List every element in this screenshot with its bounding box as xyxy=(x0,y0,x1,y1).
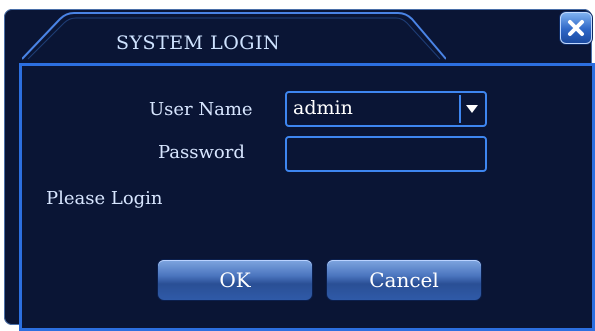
cancel-button[interactable]: Cancel xyxy=(327,260,481,300)
username-dropdown[interactable]: admin xyxy=(285,91,487,127)
chevron-down-icon xyxy=(466,105,478,113)
close-icon xyxy=(568,20,584,36)
dropdown-button[interactable] xyxy=(459,95,483,123)
username-value: admin xyxy=(293,97,353,119)
status-message: Please Login xyxy=(46,188,163,209)
password-field[interactable] xyxy=(285,136,487,172)
password-label: Password xyxy=(158,142,245,163)
dialog-title: SYSTEM LOGIN xyxy=(116,32,281,54)
close-button[interactable] xyxy=(560,12,592,44)
title-tab: SYSTEM LOGIN xyxy=(21,11,447,61)
username-label: User Name xyxy=(149,99,253,120)
ok-button[interactable]: OK xyxy=(158,260,312,300)
login-panel: User Name admin Password Please Login OK… xyxy=(19,63,595,331)
login-dialog: SYSTEM LOGIN User Name admin Password Pl… xyxy=(4,9,595,331)
